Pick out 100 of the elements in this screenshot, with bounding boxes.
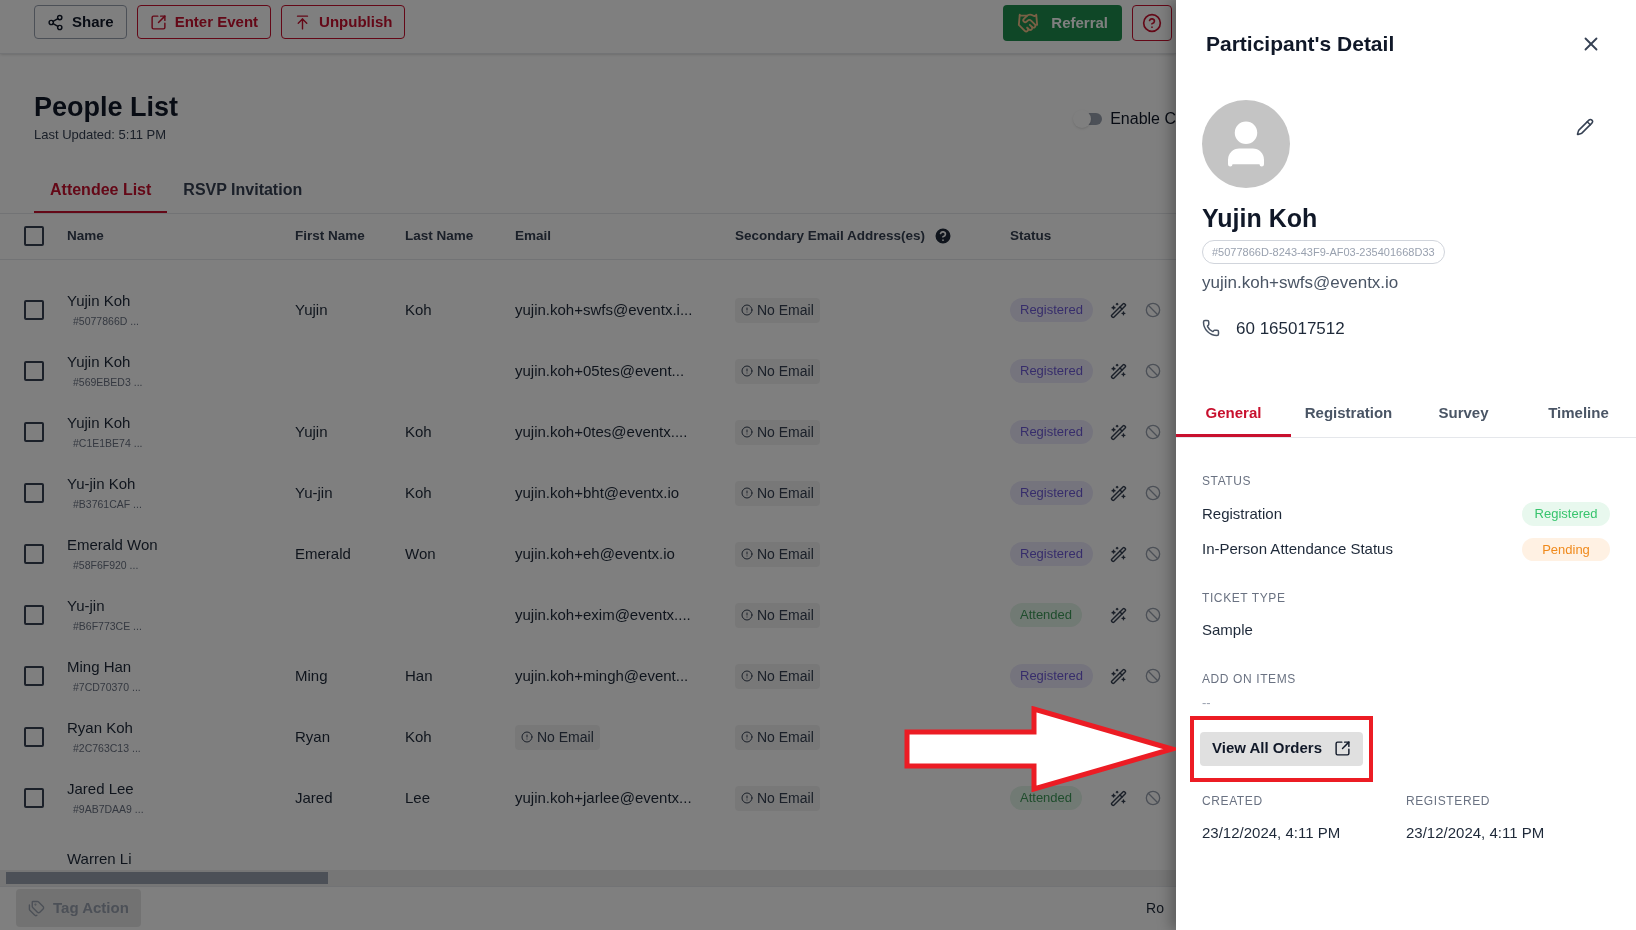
column-header: Status xyxy=(1010,226,1052,245)
attendee-id: #569EBED3 ... xyxy=(72,375,144,391)
ticket-type: Sample xyxy=(1202,620,1254,640)
last-updated: Last Updated: 5:11 PM xyxy=(34,126,167,144)
checkbox[interactable] xyxy=(24,727,44,747)
table-cell: Han xyxy=(405,666,433,684)
attendee-name: Ryan Koh xyxy=(67,717,134,738)
no-email-chip: No Email xyxy=(735,419,820,445)
toolbar-button[interactable]: Enter Event xyxy=(136,5,272,39)
table-cell: yujin.koh+05tes@event... xyxy=(515,361,685,379)
checkbox[interactable] xyxy=(24,605,44,625)
checkbox[interactable] xyxy=(24,788,44,808)
wand-icon[interactable] xyxy=(1110,484,1127,502)
attendee-name: Jared Lee xyxy=(67,778,135,799)
toolbar-button[interactable]: Unpublish xyxy=(281,5,406,39)
wand-icon[interactable] xyxy=(1110,301,1127,319)
attendee-id: #58F6F920 ... xyxy=(72,558,140,574)
status-badge: Attended xyxy=(1010,786,1083,810)
checkbox[interactable] xyxy=(24,300,44,320)
table-cell: Won xyxy=(405,544,436,562)
toggle-switch[interactable] xyxy=(1076,113,1103,125)
checkbox[interactable] xyxy=(24,422,44,442)
table-cell: Emerald xyxy=(295,544,351,562)
table-cell: Ming xyxy=(295,666,328,684)
column-header: Email xyxy=(515,226,552,245)
tab[interactable]: Survey xyxy=(1406,393,1521,437)
attendee-name: Yu-jin xyxy=(67,595,106,616)
status-badge: Registered xyxy=(1522,502,1610,526)
panel-title: Participant's Detail xyxy=(1206,31,1395,57)
wand-icon[interactable] xyxy=(1110,667,1127,685)
tab[interactable]: Attendee List xyxy=(34,168,168,213)
attendee-name: Yujin Koh xyxy=(67,412,132,433)
edit-icon[interactable] xyxy=(1576,117,1594,136)
status-label: Registration xyxy=(1202,503,1283,524)
scrollbar-thumb[interactable] xyxy=(6,871,328,884)
alert-icon xyxy=(741,365,753,377)
alert-icon xyxy=(741,609,753,621)
wand-icon[interactable] xyxy=(1110,606,1127,624)
table-cell: Jared xyxy=(295,788,333,806)
tab[interactable]: General xyxy=(1176,393,1291,437)
page-title: People List xyxy=(34,91,179,123)
attendee-name: Emerald Won xyxy=(67,534,159,555)
table-cell: Lee xyxy=(405,788,431,806)
wand-icon[interactable] xyxy=(1110,545,1127,563)
toggle-label: Enable C xyxy=(1110,109,1176,129)
checkbox[interactable] xyxy=(24,666,44,686)
status-badge: Registered xyxy=(1010,542,1093,566)
alert-icon xyxy=(741,731,753,743)
table-cell: Yujin xyxy=(295,422,328,440)
table-cell: Koh xyxy=(405,300,432,318)
attendee-name: Yu-jin Koh xyxy=(67,473,137,494)
column-header: Last Name xyxy=(405,226,474,245)
status-badge: Registered xyxy=(1010,359,1093,383)
table-cell: Koh xyxy=(405,483,432,501)
checkbox[interactable] xyxy=(24,483,44,503)
wand-icon[interactable] xyxy=(1110,362,1127,380)
table-cell: yujin.koh+0tes@eventx.... xyxy=(515,422,688,440)
wand-icon[interactable] xyxy=(1110,789,1127,807)
no-email-chip: No Email xyxy=(735,480,820,506)
help-icon xyxy=(1142,13,1162,33)
attendee-name: Yujin Koh xyxy=(67,351,132,372)
table-cell: yujin.koh+swfs@eventx.i... xyxy=(515,300,693,318)
referral-button[interactable]: Referral xyxy=(1003,5,1122,41)
participant-phone: 60 165017512 xyxy=(1236,317,1345,340)
no-email-chip: No Email xyxy=(735,785,820,811)
tab[interactable]: RSVP Invitation xyxy=(167,168,319,213)
table-cell: yujin.koh+exim@eventx.... xyxy=(515,605,691,623)
table-cell: Koh xyxy=(405,727,432,745)
table-cell: Yu-jin xyxy=(295,483,333,501)
tag-icon xyxy=(28,899,45,917)
date-value: 23/12/2024, 4:11 PM xyxy=(1406,822,1546,843)
no-email-chip: No Email xyxy=(515,724,600,750)
tab[interactable]: Registration xyxy=(1291,393,1406,437)
participant-email: yujin.koh+swfs@eventx.io xyxy=(1202,272,1399,294)
checkbox[interactable] xyxy=(24,226,44,246)
attendee-id: #C1E1BE74 ... xyxy=(72,436,144,452)
alert-icon xyxy=(741,670,753,682)
section-heading: STATUS xyxy=(1202,473,1253,490)
status-badge: Registered xyxy=(1010,420,1093,444)
phone-icon xyxy=(1202,319,1220,338)
handshake-icon xyxy=(1017,12,1040,34)
no-email-chip: No Email xyxy=(735,724,820,750)
wand-icon[interactable] xyxy=(1110,423,1127,441)
view-all-orders-button[interactable]: View All Orders xyxy=(1200,731,1364,766)
section-heading: CREATED xyxy=(1202,792,1264,810)
table-cell: yujin.koh+mingh@event... xyxy=(515,666,689,684)
attendee-id: #B3761CAF ... xyxy=(72,497,143,513)
toolbar-button[interactable]: Share xyxy=(34,5,127,39)
attendee-id: #B6F773CE ... xyxy=(72,619,143,635)
alert-icon xyxy=(741,304,753,316)
checkbox[interactable] xyxy=(24,544,44,564)
column-header: Secondary Email Address(es) xyxy=(735,226,926,245)
attendee-name: Warren Li xyxy=(67,848,133,869)
checkbox[interactable] xyxy=(24,361,44,381)
date-value: 23/12/2024, 4:11 PM xyxy=(1202,822,1342,843)
status-badge: Registered xyxy=(1010,481,1093,505)
tab[interactable]: Timeline xyxy=(1521,393,1636,437)
attendee-name: Yujin Koh xyxy=(67,290,132,311)
help-button[interactable] xyxy=(1132,5,1172,41)
section-heading: REGISTERED xyxy=(1406,792,1491,810)
